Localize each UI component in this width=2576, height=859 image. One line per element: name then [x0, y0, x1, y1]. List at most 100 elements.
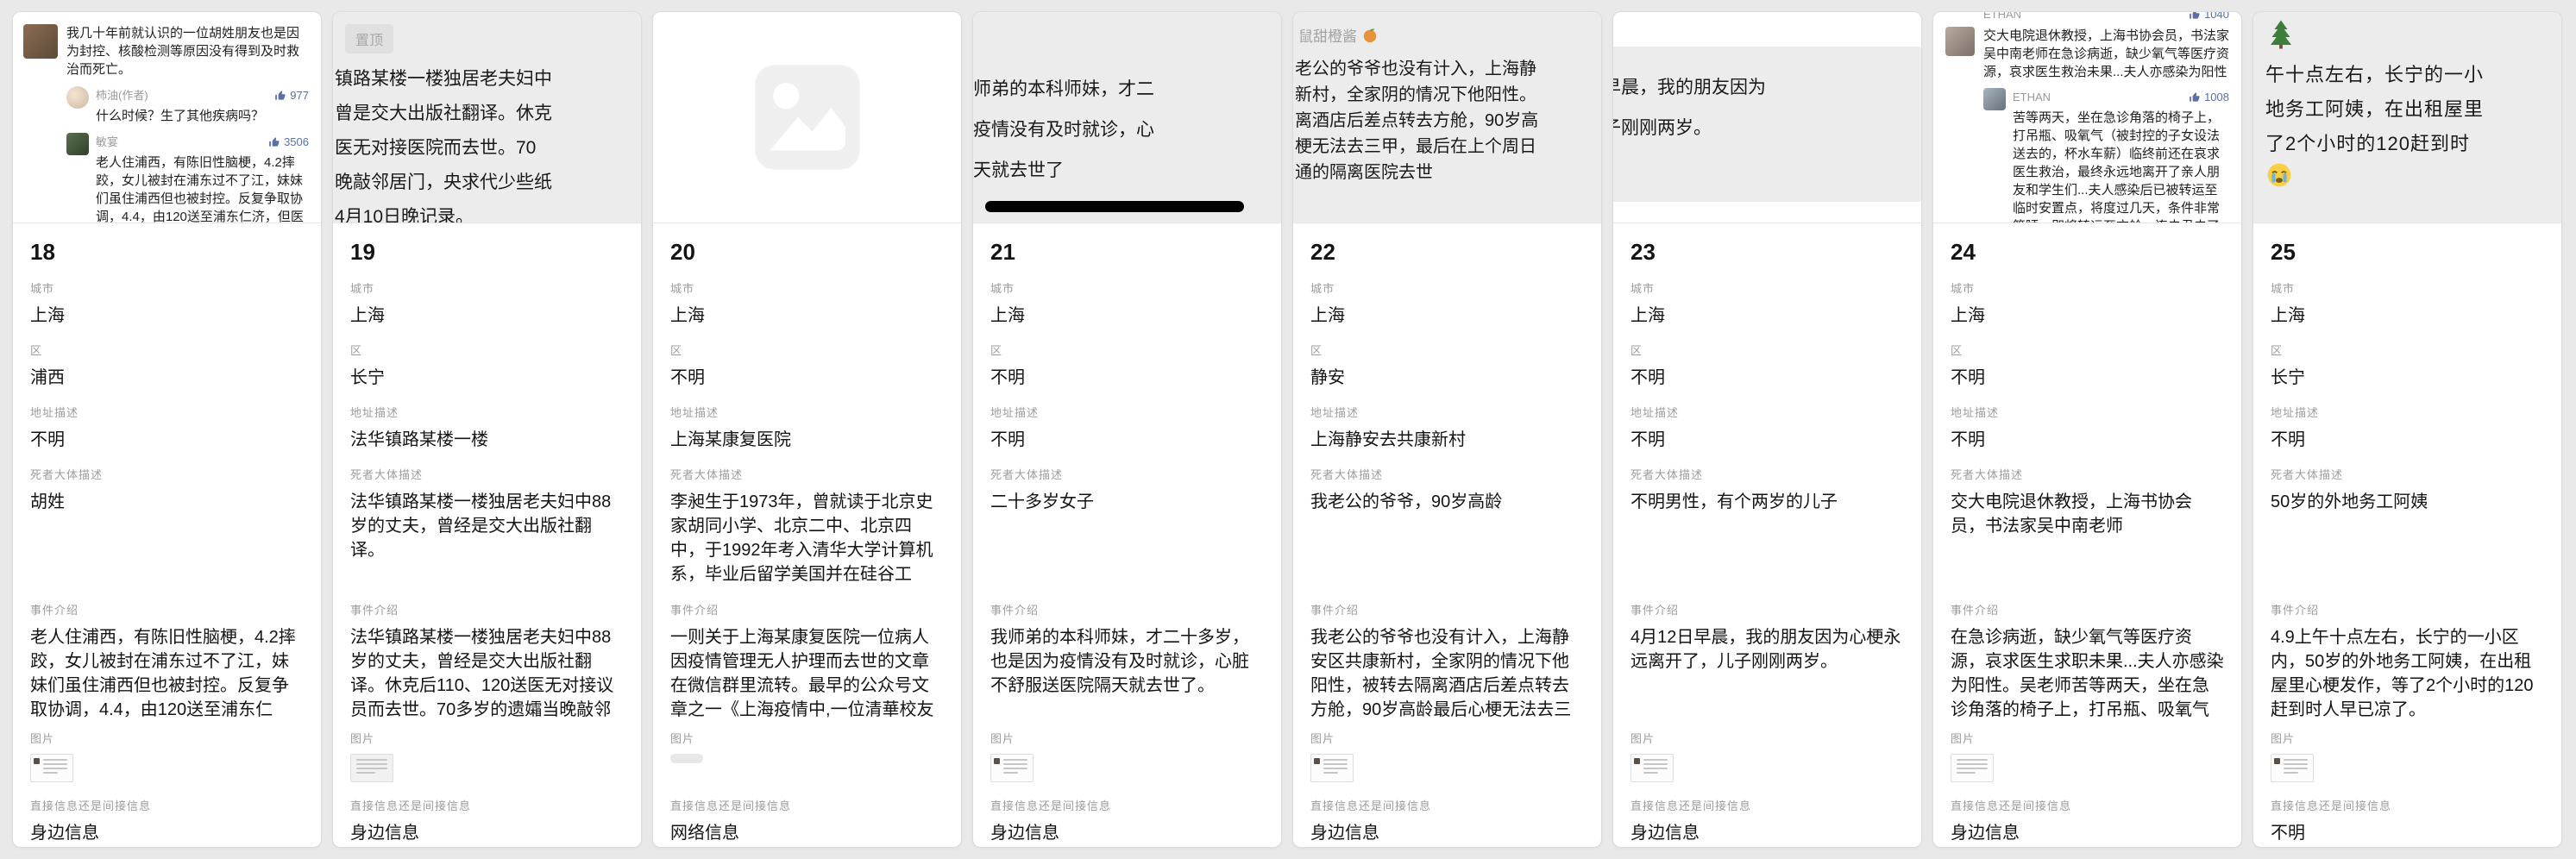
record-number: 19	[350, 239, 624, 265]
attachment-thumbnail[interactable]	[30, 754, 73, 782]
record-card-24[interactable]: ETHAN 1040 交大电院退休教授，上海书协会员，书法家吴中南老师在急诊病逝…	[1932, 11, 2242, 848]
field-label: 城市	[30, 282, 304, 296]
note-text: 师弟的本科师妹，才二 疫情没有及时就诊，心 天就去世了	[982, 69, 1281, 191]
record-card-22[interactable]: 鼠甜橙酱 老公的爷爷也没有计入，上海静 新村，全家阴的情况下他阳性。 离酒店后差…	[1292, 11, 1602, 848]
record-card-18[interactable]: 我几十年前就认识的一位胡姓朋友也是因为封控、核酸检测等原因没有得到及时救治而死亡…	[12, 11, 322, 848]
field-value-direct: 身边信息	[1310, 821, 1584, 845]
attachment-thumbnail[interactable]	[1630, 754, 1674, 782]
record-number: 20	[670, 239, 944, 265]
record-cover[interactable]: 鼠甜橙酱 老公的爷爷也没有计入，上海静 新村，全家阴的情况下他阳性。 离酒店后差…	[1293, 12, 1601, 223]
thumbs-up-icon	[274, 90, 286, 102]
comment-text: 什么时候？生了其他疾病吗？	[96, 107, 309, 125]
crying-face-emoji	[2265, 161, 2293, 189]
attachment-thumbnail[interactable]	[990, 754, 1034, 782]
field-label: 区	[30, 344, 304, 358]
attachment-thumbnail[interactable]	[2271, 754, 2314, 782]
field-value-district: 长宁	[2271, 366, 2544, 390]
field-value-direct: 网络信息	[670, 821, 944, 845]
username: 鼠甜橙酱	[1295, 24, 1601, 46]
field-value-deceased: 不明男性，有个两岁的儿子	[1630, 490, 1904, 586]
field-label: 直接信息还是间接信息	[670, 799, 944, 813]
card-gallery: 我几十年前就认识的一位胡姓朋友也是因为封控、核酸检测等原因没有得到及时救治而死亡…	[0, 0, 2576, 859]
field-label: 直接信息还是间接信息	[990, 799, 1264, 813]
note-text: 镇路某楼一楼独居老夫妇中 曾是交大出版社翻译。休克 医无对接医院而去世。70 晚…	[333, 62, 641, 223]
like-count[interactable]: 1008	[2189, 88, 2229, 106]
like-count[interactable]: 977	[274, 86, 309, 104]
field-label: 区	[990, 344, 1264, 358]
field-label: 死者大体描述	[1951, 468, 2224, 482]
field-label: 图片	[1630, 732, 1904, 746]
attachment-thumbnail[interactable]	[670, 754, 703, 763]
field-value-district: 不明	[1630, 366, 1904, 390]
field-label: 直接信息还是间接信息	[1310, 799, 1584, 813]
record-card-20[interactable]: 20 城市上海 区不明 地址描述上海某康复医院 死者大体描述李昶生于1973年，…	[652, 11, 962, 848]
comment-text: 苦等两天，坐在急诊角落的椅子上，打吊瓶、吸氧气（被封控的子女设法送去的，杯水车薪…	[2013, 109, 2229, 223]
field-value-address: 法华镇路某楼一楼	[350, 428, 624, 452]
field-label: 地址描述	[2271, 406, 2544, 420]
record-cover[interactable]: 早晨，我的朋友因为 子刚刚两岁。	[1613, 12, 1921, 223]
attachment-thumbnail[interactable]	[1951, 754, 1994, 782]
attachment-thumbnail[interactable]	[350, 754, 393, 782]
field-value-deceased: 我老公的爷爷，90岁高龄	[1310, 490, 1584, 586]
field-label: 死者大体描述	[1310, 468, 1584, 482]
avatar	[1945, 27, 1975, 56]
field-label: 事件介绍	[350, 604, 624, 618]
field-value-address: 不明	[2271, 428, 2544, 452]
like-count[interactable]: 1040	[2189, 12, 2229, 23]
username: ETHAN	[1983, 12, 2021, 23]
record-card-25[interactable]: 午十点左右，长宁的一小 地务工阿姨，在出租屋里 了2个小时的120赶到时 25 …	[2252, 11, 2562, 848]
field-label: 城市	[1630, 282, 1904, 296]
field-label: 区	[1951, 344, 2224, 358]
field-label: 城市	[670, 282, 944, 296]
field-label: 事件介绍	[670, 604, 944, 618]
field-value-city: 上海	[1630, 304, 1904, 328]
field-label: 死者大体描述	[2271, 468, 2544, 482]
like-count[interactable]: 3506	[268, 133, 309, 151]
field-value-city: 上海	[670, 304, 944, 328]
record-cover[interactable]: 我几十年前就认识的一位胡姓朋友也是因为封控、核酸检测等原因没有得到及时救治而死亡…	[13, 12, 321, 223]
record-card-23[interactable]: 早晨，我的朋友因为 子刚刚两岁。 23 城市上海 区不明 地址描述不明 死者大体…	[1612, 11, 1922, 848]
field-label: 事件介绍	[1630, 604, 1904, 618]
field-label: 区	[670, 344, 944, 358]
field-value-district: 长宁	[350, 366, 624, 390]
commenter-name: ETHAN	[2013, 88, 2051, 106]
field-value-deceased: 二十多岁女子	[990, 490, 1264, 586]
field-value-district: 不明	[990, 366, 1264, 390]
field-value-district: 不明	[1951, 366, 2224, 390]
field-label: 事件介绍	[1951, 604, 2224, 618]
field-label: 直接信息还是间接信息	[1630, 799, 1904, 813]
field-value-event: 我师弟的本科师妹，才二十多岁，也是因为疫情没有及时就诊，心脏不舒服送医院隔天就去…	[990, 625, 1264, 722]
field-label: 事件介绍	[990, 604, 1264, 618]
attachment-thumbnail[interactable]	[1310, 754, 1354, 782]
field-label: 图片	[350, 732, 624, 746]
thumbs-up-icon	[2189, 91, 2201, 103]
field-label: 地址描述	[990, 406, 1264, 420]
field-label: 事件介绍	[1310, 604, 1584, 618]
field-label: 地址描述	[670, 406, 944, 420]
field-value-event: 一则关于上海某康复医院一位病人因疫情管理无人护理而去世的文章在微信群里流转。最早…	[670, 625, 944, 722]
field-value-address: 上海某康复医院	[670, 428, 944, 452]
field-value-address: 不明	[990, 428, 1264, 452]
record-number: 25	[2271, 239, 2544, 265]
field-label: 直接信息还是间接信息	[2271, 799, 2544, 813]
record-cover[interactable]: 午十点左右，长宁的一小 地务工阿姨，在出租屋里 了2个小时的120赶到时	[2253, 12, 2561, 223]
orange-emoji	[1362, 28, 1378, 43]
field-label: 地址描述	[1951, 406, 2224, 420]
field-label: 直接信息还是间接信息	[1951, 799, 2224, 813]
field-label: 城市	[990, 282, 1264, 296]
record-cover[interactable]: 置顶 镇路某楼一楼独居老夫妇中 曾是交大出版社翻译。休克 医无对接医院而去世。7…	[333, 12, 641, 223]
field-value-event: 老人住浦西，有陈旧性脑梗，4.2摔跤，女儿被封在浦东过不了江，妹妹们虽住浦西但也…	[30, 625, 304, 722]
field-value-address: 不明	[1951, 428, 2224, 452]
field-value-deceased: 交大电院退休教授，上海书协会员，书法家吴中南老师	[1951, 490, 2224, 586]
field-label: 死者大体描述	[30, 468, 304, 482]
record-cover[interactable]	[653, 12, 961, 223]
record-cover[interactable]: ETHAN 1040 交大电院退休教授，上海书协会员，书法家吴中南老师在急诊病逝…	[1933, 12, 2241, 223]
field-value-deceased: 法华镇路某楼一楼独居老夫妇中88岁的丈夫，曾经是交大出版社翻译。	[350, 490, 624, 586]
redaction-bar	[985, 201, 1244, 212]
field-label: 事件介绍	[2271, 604, 2544, 618]
field-value-address: 上海静安去共康新村	[1310, 428, 1584, 452]
record-card-21[interactable]: 师弟的本科师妹，才二 疫情没有及时就诊，心 天就去世了 21 城市上海 区不明 …	[972, 11, 1282, 848]
record-cover[interactable]: 师弟的本科师妹，才二 疫情没有及时就诊，心 天就去世了	[973, 12, 1281, 223]
field-label: 区	[1310, 344, 1584, 358]
record-card-19[interactable]: 置顶 镇路某楼一楼独居老夫妇中 曾是交大出版社翻译。休克 医无对接医院而去世。7…	[332, 11, 642, 848]
